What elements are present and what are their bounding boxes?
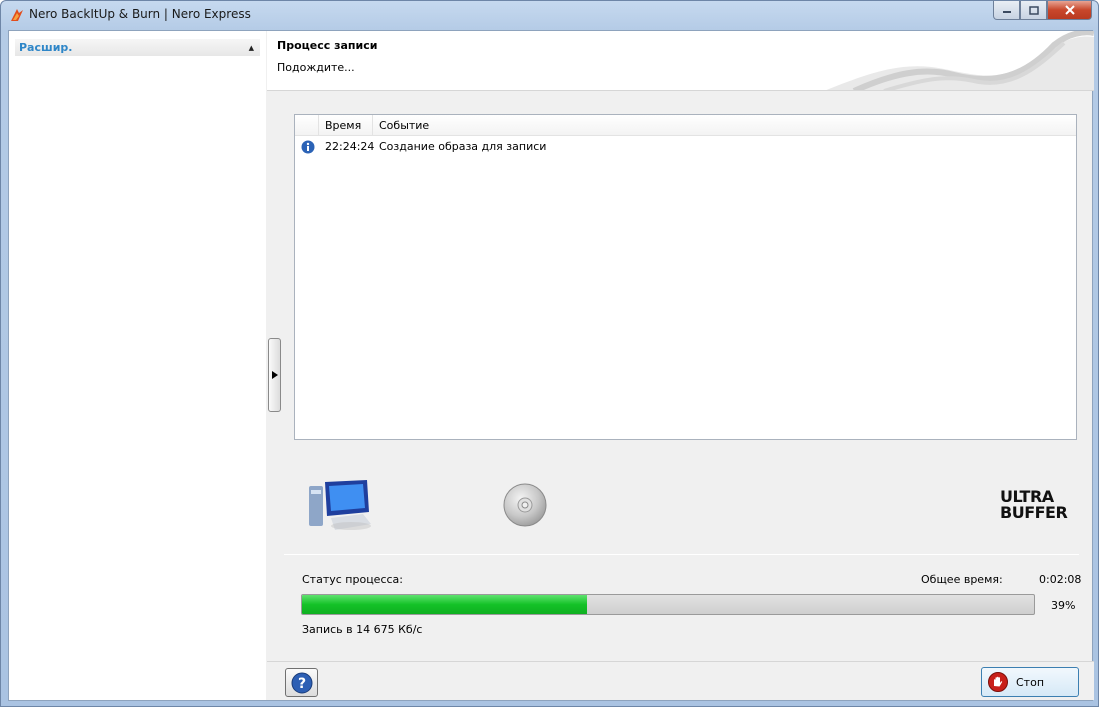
log-col-event[interactable]: Событие (373, 115, 1076, 136)
svg-text:BUFFER: BUFFER (1000, 503, 1067, 520)
page-subtitle: Подождите... (277, 61, 355, 74)
collapse-up-icon[interactable]: ▲ (249, 44, 254, 52)
log-col-time[interactable]: Время (319, 115, 373, 136)
disc-icon (503, 483, 547, 527)
window-title: Nero BackItUp & Burn | Nero Express (29, 7, 251, 21)
stop-hand-icon (988, 672, 1008, 692)
sidebar-section-header[interactable]: Расшир. ▲ (15, 39, 260, 56)
sidebar: Расшир. ▲ (9, 31, 266, 700)
help-icon: ? (291, 672, 312, 693)
maximize-button[interactable] (1020, 1, 1047, 20)
stop-button-label: Стоп (1016, 675, 1045, 689)
app-window: Nero BackItUp & Burn | Nero Express Расш… (0, 0, 1099, 707)
stop-button[interactable]: Стоп (981, 667, 1079, 697)
client-area: Расшир. ▲ Процесс записи Подождите... Вр… (8, 30, 1094, 701)
svg-text:?: ? (297, 676, 305, 692)
progress-percent: 39% (1051, 599, 1076, 612)
minimize-button[interactable] (993, 1, 1020, 20)
nero-swoosh-graphic (826, 31, 1094, 90)
title-bar[interactable]: Nero BackItUp & Burn | Nero Express (1, 1, 1098, 29)
footer-bar: ? Стоп (267, 661, 1094, 700)
total-time-label: Общее время: (921, 573, 1003, 586)
page-header: Процесс записи Подождите... (267, 31, 1094, 91)
nero-app-icon (11, 9, 23, 21)
close-button[interactable] (1047, 1, 1092, 20)
status-label: Статус процесса: (302, 573, 403, 586)
separator (284, 554, 1079, 555)
close-icon (1064, 5, 1075, 15)
progress-bar (301, 594, 1035, 615)
write-speed-text: Запись в 14 675 Кб/с (302, 623, 423, 636)
page-title: Процесс записи (277, 39, 378, 52)
minimize-icon (1002, 11, 1011, 13)
info-icon (301, 140, 315, 154)
sidebar-toggle-handle[interactable] (268, 338, 281, 412)
table-row[interactable]: 22:24:24 Создание образа для записи (295, 138, 1076, 156)
ultrabuffer-logo: ULTRA BUFFER (1000, 488, 1068, 520)
help-button[interactable]: ? (285, 668, 318, 697)
log-header-row: Время Событие (295, 115, 1076, 136)
sidebar-section-label: Расшир. (19, 41, 73, 54)
log-event: Создание образа для записи (379, 140, 547, 153)
log-col-icon[interactable] (295, 115, 319, 136)
total-time-value: 0:02:08 (1039, 573, 1082, 586)
event-log-table[interactable]: Время Событие 22:24:24 Создание образа д… (294, 114, 1077, 440)
maximize-icon (1028, 5, 1039, 15)
log-time: 22:24:24 (325, 140, 375, 153)
computer-icon (309, 480, 371, 530)
progress-fill (302, 595, 588, 614)
chevron-right-icon (271, 371, 278, 379)
